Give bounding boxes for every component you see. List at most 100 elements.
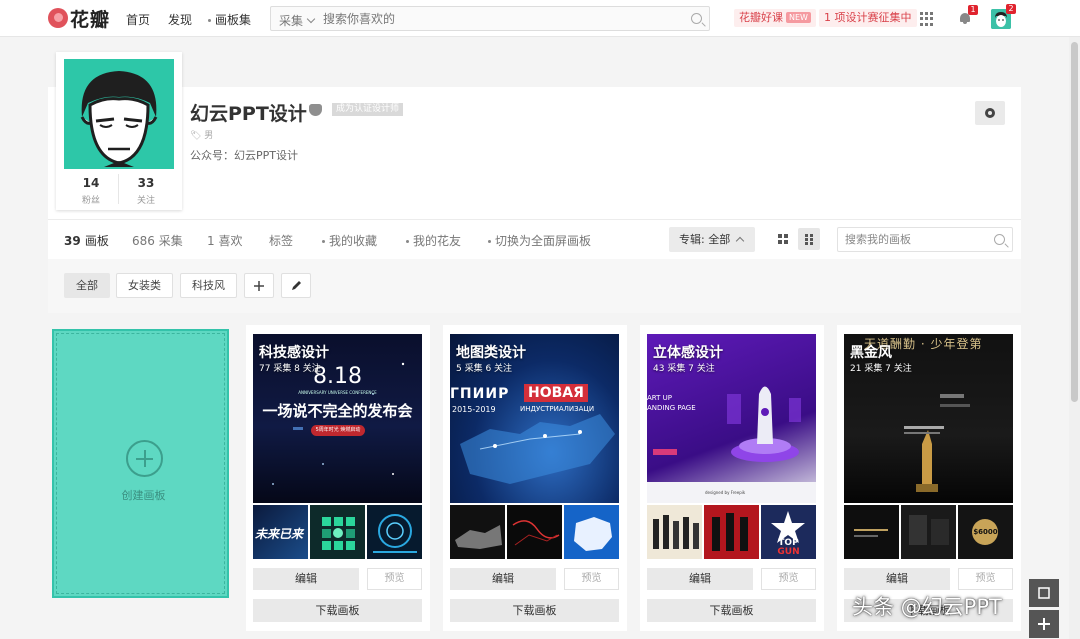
board-title[interactable]: 地图类设计: [456, 342, 526, 362]
add-category-button[interactable]: [244, 273, 274, 298]
board-meta: 5 采集 6 关注: [456, 364, 513, 374]
category-chip-womenswear[interactable]: 女装类: [116, 273, 173, 298]
expand-icon: [1038, 587, 1050, 599]
board-meta: 43 采集 7 关注: [653, 364, 715, 374]
board-cover[interactable]: 地图类设计 5 采集 6 关注 ГПИИР НОВАЯ ИНДУСТРИАЛИЗ…: [450, 334, 619, 503]
board-title[interactable]: 立体感设计: [653, 342, 723, 362]
board-cover[interactable]: 科技感设计 77 采集 8 关注 8.18 ANNIVERSARY UNIVER…: [253, 334, 422, 503]
nav-discover-link[interactable]: 发现: [168, 11, 192, 28]
board-thumbnail[interactable]: [564, 505, 619, 559]
board-search-input[interactable]: [845, 233, 985, 246]
add-pin-button[interactable]: [1029, 610, 1059, 638]
download-board-button[interactable]: 下载画板: [647, 599, 816, 622]
thumb-caption: 未来已来: [255, 527, 304, 541]
preview-board-button[interactable]: 预览: [564, 568, 619, 590]
board-cover[interactable]: 立体感设计 43 采集 7 关注 ART UP ANDING PAGE desi…: [647, 334, 816, 503]
thumb-caption-bottom: GUN: [777, 547, 800, 557]
search-icon[interactable]: [994, 234, 1005, 245]
apps-grid-icon[interactable]: [920, 12, 934, 26]
preview-board-button[interactable]: 预览: [367, 568, 422, 590]
gear-icon: [985, 108, 995, 118]
page-scrollbar-thumb[interactable]: [1071, 42, 1078, 402]
board-thumbnail[interactable]: [367, 505, 422, 559]
category-chip-all[interactable]: 全部: [64, 273, 110, 298]
edit-board-button[interactable]: 编辑: [253, 568, 359, 590]
board-title[interactable]: 黑金风: [850, 342, 892, 362]
contest-link[interactable]: 1 项设计赛征集中: [819, 9, 917, 27]
edit-board-button[interactable]: 编辑: [844, 568, 950, 590]
profile-avatar[interactable]: [64, 59, 174, 169]
scroll-to-top-button[interactable]: [1029, 579, 1059, 607]
cover-word-1: ГПИИР: [450, 386, 510, 402]
watermark-text: 头条 @幻云PPT: [852, 595, 1002, 619]
verify-designer-tag[interactable]: 成为认证设计师: [332, 103, 404, 116]
promo-label: 花瓣好课: [739, 11, 783, 24]
board-cover[interactable]: 天道酬勤 · 少年登第 黑金风 21 采集 7 关注: [844, 334, 1013, 503]
pins-count: 686: [132, 234, 155, 248]
following-label: 关注: [136, 196, 155, 206]
logo-text: 花瓣: [70, 8, 111, 31]
cover-credit: designed by Freepik: [705, 490, 746, 495]
grid-view-icon: [778, 234, 788, 244]
album-filter-label: 专辑: 全部: [679, 233, 731, 246]
thumb-caption: $6000: [973, 528, 998, 536]
tab-boards[interactable]: 39 画板: [64, 232, 109, 249]
board-thumbnail[interactable]: 未来已来: [253, 505, 308, 559]
followers-count: 14: [82, 176, 100, 190]
pencil-icon: [292, 280, 301, 290]
tab-friends[interactable]: 我的花友: [406, 232, 461, 249]
edit-board-button[interactable]: 编辑: [647, 568, 753, 590]
promo-link[interactable]: 花瓣好课 NEW: [734, 9, 816, 27]
board-thumbnail[interactable]: TOP GUN: [761, 505, 816, 559]
tab-likes[interactable]: 1 喜欢: [207, 232, 242, 249]
board-thumbnail[interactable]: $6000: [958, 505, 1013, 559]
compact-view-icon: [805, 233, 813, 245]
logo-icon: [48, 8, 68, 28]
dot-icon: [208, 19, 211, 22]
likes-label: 喜欢: [218, 234, 243, 248]
top-nav: 花瓣 首页 发现 画板集 采集 花瓣好课NEW 1 项设计赛征集中 1 2: [0, 0, 1080, 37]
logo[interactable]: 花瓣: [48, 6, 111, 31]
board-thumbnail[interactable]: [507, 505, 562, 559]
following-stat[interactable]: 33 关注: [121, 176, 171, 206]
edit-categories-button[interactable]: [281, 273, 311, 298]
board-thumbnail[interactable]: [310, 505, 365, 559]
preview-board-button[interactable]: 预览: [958, 568, 1013, 590]
followers-stat[interactable]: 14 粉丝: [66, 176, 116, 206]
cover-line-1: ART UP: [647, 394, 672, 402]
thumb-art: [455, 525, 502, 549]
create-board-card[interactable]: 创建画板: [52, 329, 229, 598]
tab-tags[interactable]: 标签: [269, 232, 293, 249]
nav-board-collections-link[interactable]: 画板集: [208, 11, 251, 28]
stat-divider: [118, 174, 119, 204]
category-chip-tech[interactable]: 科技风: [180, 273, 237, 298]
board-thumbnail[interactable]: [647, 505, 702, 559]
category-filter-bar: 全部 女装类 科技风: [48, 259, 1021, 313]
tab-pins[interactable]: 686 采集: [132, 232, 183, 249]
download-board-button[interactable]: 下载画板: [450, 599, 619, 622]
compact-view-button[interactable]: [798, 228, 820, 250]
board-thumbnail[interactable]: [844, 505, 899, 559]
board-title[interactable]: 科技感设计: [259, 342, 329, 362]
download-board-button[interactable]: 下载画板: [253, 599, 422, 622]
search-input[interactable]: [323, 11, 673, 27]
board-thumbnail[interactable]: [901, 505, 956, 559]
album-filter-dropdown[interactable]: 专辑: 全部: [669, 227, 755, 252]
board-thumbnail[interactable]: [450, 505, 505, 559]
search-scope-dropdown[interactable]: 采集: [279, 12, 316, 29]
search-icon[interactable]: [691, 13, 702, 24]
grid-view-button[interactable]: [772, 228, 794, 250]
dot-icon: [488, 240, 491, 243]
tab-favorites[interactable]: 我的收藏: [322, 232, 377, 249]
plus-icon: [254, 280, 264, 291]
settings-button[interactable]: [975, 101, 1005, 125]
favorites-label: 我的收藏: [329, 234, 378, 248]
preview-board-button[interactable]: 预览: [761, 568, 816, 590]
fullscreen-toggle-link[interactable]: 切换为全面屏画板: [488, 232, 591, 249]
board-thumbnail[interactable]: [704, 505, 759, 559]
boards-label: 画板: [84, 234, 109, 248]
friends-label: 我的花友: [413, 234, 462, 248]
edit-board-button[interactable]: 编辑: [450, 568, 556, 590]
thumb-art: [574, 517, 612, 551]
nav-home-link[interactable]: 首页: [126, 11, 150, 28]
